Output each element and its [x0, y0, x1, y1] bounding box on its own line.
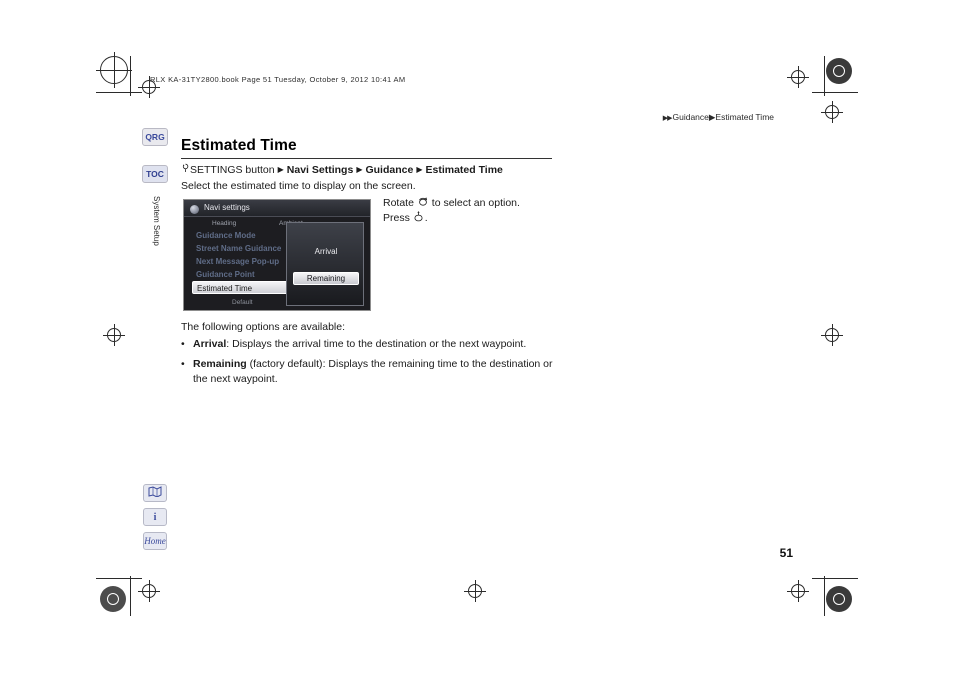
press-instruction: Press .: [383, 211, 428, 225]
press-text-after: .: [424, 212, 428, 224]
option-name: Remaining: [193, 358, 247, 370]
device-column-header-1: Heading: [212, 220, 237, 227]
nav-arrow-icon-3: ▶: [416, 165, 423, 174]
reg-circle-top-right-inner: [833, 65, 845, 77]
nav-arrow-icon-2: ▶: [356, 165, 363, 174]
reg-cross-br-v: [797, 580, 799, 602]
reg-circle-br-inner: [833, 593, 845, 605]
sidebar-item-home[interactable]: Home: [143, 532, 167, 550]
sidebar-item-toc[interactable]: TOC: [142, 165, 168, 183]
following-options-text: The following options are available:: [181, 321, 346, 333]
reg-cross-right-mid-v: [831, 324, 833, 346]
crop-line-br-h: [812, 578, 858, 579]
crop-line-br-v: [824, 576, 825, 616]
device-screenshot: Navi settings Heading Ambient Guidance M…: [183, 199, 371, 311]
bullet-icon: •: [181, 338, 185, 350]
crop-line-tr-v: [824, 56, 825, 96]
breadcrumb: ▶▶Guidance▶Estimated Time: [663, 112, 774, 123]
device-popup: Arrival Remaining: [286, 222, 364, 306]
map-icon: [148, 486, 162, 500]
crop-line-tl-v: [130, 56, 131, 96]
press-knob-icon: [413, 211, 425, 225]
breadcrumb-arrow-icon: ▶▶: [662, 115, 673, 122]
reg-cross-top-left-v: [113, 52, 115, 88]
press-text: Press: [383, 212, 410, 224]
nav-path-guidance: Guidance: [365, 164, 414, 176]
info-icon: i: [153, 511, 157, 523]
sidebar-item-info[interactable]: i: [143, 508, 167, 526]
rotate-text-after: to select an option.: [431, 197, 520, 209]
section-label: System Setup: [152, 196, 161, 246]
bullet-icon: •: [181, 358, 185, 370]
crop-line-tr-h: [812, 92, 858, 93]
nav-path: SETTINGS button ▶ Navi Settings ▶ Guidance ▶ E…: [181, 163, 503, 176]
option-name: Arrival: [193, 338, 227, 350]
nav-path-estimated-time: Estimated Time: [425, 164, 503, 176]
device-popup-option-remaining: Remaining: [293, 272, 359, 285]
device-title-icon: [190, 204, 199, 214]
device-popup-option-arrival: Arrival: [314, 247, 338, 256]
page-title: Estimated Time: [181, 137, 297, 154]
rotate-knob-icon: [417, 196, 429, 210]
list-item: • Remaining (factory default): Displays …: [181, 357, 561, 387]
crop-line-tl-h: [96, 92, 142, 93]
crop-line-bl-h: [96, 578, 142, 579]
reg-cross-bl-v: [148, 580, 150, 602]
file-stamp: RLX KA-31TY2800.book Page 51 Tuesday, Oc…: [150, 75, 406, 84]
rotate-instruction: Rotate to select an option.: [383, 196, 520, 210]
sidebar-item-toc-label: TOC: [146, 169, 164, 179]
sidebar-item-qrg[interactable]: QRG: [142, 128, 168, 146]
list-item: • Arrival: Displays the arrival time to …: [181, 337, 561, 352]
reg-cross-bc-v: [474, 580, 476, 602]
reg-cross-left-mid-v: [113, 324, 115, 346]
sidebar-item-qrg-label: QRG: [145, 132, 165, 142]
option-description: : Displays the arrival time to the desti…: [226, 338, 527, 350]
device-titlebar: Navi settings: [184, 200, 370, 217]
title-divider: [181, 158, 552, 159]
list-item-text: Remaining (factory default): Displays th…: [181, 357, 561, 387]
crop-line-bl-v: [130, 576, 131, 616]
option-suffix: (factory default): [246, 358, 323, 370]
sidebar-item-map[interactable]: [143, 484, 167, 502]
reg-circle-bl-inner: [107, 593, 119, 605]
page-number: 51: [779, 546, 793, 560]
nav-arrow-icon-1: ▶: [277, 165, 284, 174]
nav-path-settings: SETTINGS button: [190, 164, 275, 176]
reg-cross-small-2-v: [797, 66, 799, 88]
device-default-label: Default: [232, 299, 253, 306]
home-icon: Home: [144, 536, 166, 546]
device-title-label: Navi settings: [204, 203, 250, 212]
reg-cross-small-3-v: [831, 101, 833, 123]
nav-path-navi-settings: Navi Settings: [286, 164, 354, 176]
lead-text: Select the estimated time to display on …: [181, 180, 416, 192]
breadcrumb-text: Guidance▶Estimated Time: [672, 112, 775, 122]
list-item-text: Arrival: Displays the arrival time to th…: [181, 337, 561, 352]
knob-icon: [181, 163, 190, 175]
rotate-text-before: Rotate: [383, 197, 414, 209]
